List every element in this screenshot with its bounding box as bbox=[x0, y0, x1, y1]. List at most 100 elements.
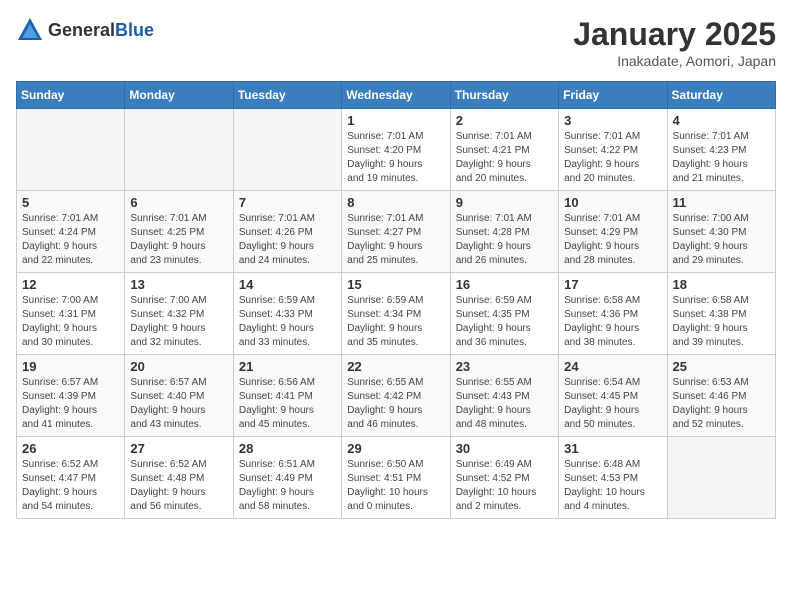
calendar-cell: 8 Sunrise: 7:01 AM Sunset: 4:27 PM Daylig… bbox=[342, 191, 450, 273]
day-number: 13 bbox=[130, 277, 227, 292]
calendar-cell: 10 Sunrise: 7:01 AM Sunset: 4:29 PM Dayli… bbox=[559, 191, 667, 273]
day-info: Sunrise: 6:54 AM Sunset: 4:45 PM Dayligh… bbox=[564, 376, 661, 432]
weekday-header-friday: Friday bbox=[559, 82, 667, 109]
day-info: Sunrise: 7:01 AM Sunset: 4:21 PM Dayligh… bbox=[456, 130, 553, 186]
day-number: 17 bbox=[564, 277, 661, 292]
day-number: 19 bbox=[22, 359, 119, 374]
calendar-cell: 4 Sunrise: 7:01 AM Sunset: 4:23 PM Daylig… bbox=[667, 109, 775, 191]
day-info: Sunrise: 7:00 AM Sunset: 4:31 PM Dayligh… bbox=[22, 294, 119, 350]
weekday-header-saturday: Saturday bbox=[667, 82, 775, 109]
calendar-cell bbox=[233, 109, 341, 191]
day-number: 9 bbox=[456, 195, 553, 210]
day-info: Sunrise: 7:01 AM Sunset: 4:20 PM Dayligh… bbox=[347, 130, 444, 186]
location-title: Inakadate, Aomori, Japan bbox=[573, 53, 776, 69]
day-info: Sunrise: 6:52 AM Sunset: 4:48 PM Dayligh… bbox=[130, 458, 227, 514]
day-number: 11 bbox=[673, 195, 770, 210]
calendar-cell: 30Sunrise: 6:49 AM Sunset: 4:52 PM Dayli… bbox=[450, 437, 558, 519]
day-number: 21 bbox=[239, 359, 336, 374]
day-info: Sunrise: 6:56 AM Sunset: 4:41 PM Dayligh… bbox=[239, 376, 336, 432]
day-info: Sunrise: 7:01 AM Sunset: 4:24 PM Dayligh… bbox=[22, 212, 119, 268]
day-number: 29 bbox=[347, 441, 444, 456]
day-info: Sunrise: 6:59 AM Sunset: 4:33 PM Dayligh… bbox=[239, 294, 336, 350]
calendar-cell: 31 Sunrise: 6:48 AM Sunset: 4:53 PM Dayli… bbox=[559, 437, 667, 519]
calendar-cell: 19 Sunrise: 6:57 AM Sunset: 4:39 PM Dayli… bbox=[17, 355, 125, 437]
day-number: 30 bbox=[456, 441, 553, 456]
calendar-cell: 28Sunrise: 6:51 AM Sunset: 4:49 PM Dayli… bbox=[233, 437, 341, 519]
logo-text: GeneralBlue bbox=[48, 20, 154, 41]
day-number: 23 bbox=[456, 359, 553, 374]
day-info: Sunrise: 7:01 AM Sunset: 4:28 PM Dayligh… bbox=[456, 212, 553, 268]
day-info: Sunrise: 7:01 AM Sunset: 4:22 PM Dayligh… bbox=[564, 130, 661, 186]
calendar-week-5: 26Sunrise: 6:52 AM Sunset: 4:47 PM Dayli… bbox=[17, 437, 776, 519]
day-info: Sunrise: 6:57 AM Sunset: 4:39 PM Dayligh… bbox=[22, 376, 119, 432]
calendar-cell: 20Sunrise: 6:57 AM Sunset: 4:40 PM Dayli… bbox=[125, 355, 233, 437]
day-info: Sunrise: 6:48 AM Sunset: 4:53 PM Dayligh… bbox=[564, 458, 661, 514]
day-number: 18 bbox=[673, 277, 770, 292]
day-info: Sunrise: 6:52 AM Sunset: 4:47 PM Dayligh… bbox=[22, 458, 119, 514]
calendar-cell: 22Sunrise: 6:55 AM Sunset: 4:42 PM Dayli… bbox=[342, 355, 450, 437]
calendar-cell bbox=[667, 437, 775, 519]
calendar-cell: 24Sunrise: 6:54 AM Sunset: 4:45 PM Dayli… bbox=[559, 355, 667, 437]
day-info: Sunrise: 7:01 AM Sunset: 4:26 PM Dayligh… bbox=[239, 212, 336, 268]
calendar-cell: 23 Sunrise: 6:55 AM Sunset: 4:43 PM Dayli… bbox=[450, 355, 558, 437]
page-header: GeneralBlue January 2025 Inakadate, Aomo… bbox=[16, 16, 776, 69]
calendar-cell: 25Sunrise: 6:53 AM Sunset: 4:46 PM Dayli… bbox=[667, 355, 775, 437]
day-number: 5 bbox=[22, 195, 119, 210]
calendar-cell: 26Sunrise: 6:52 AM Sunset: 4:47 PM Dayli… bbox=[17, 437, 125, 519]
weekday-header-wednesday: Wednesday bbox=[342, 82, 450, 109]
calendar-cell: 14 Sunrise: 6:59 AM Sunset: 4:33 PM Dayli… bbox=[233, 273, 341, 355]
day-number: 14 bbox=[239, 277, 336, 292]
day-number: 4 bbox=[673, 113, 770, 128]
day-number: 15 bbox=[347, 277, 444, 292]
weekday-header-row: SundayMondayTuesdayWednesdayThursdayFrid… bbox=[17, 82, 776, 109]
calendar-cell bbox=[17, 109, 125, 191]
day-info: Sunrise: 6:58 AM Sunset: 4:36 PM Dayligh… bbox=[564, 294, 661, 350]
calendar-cell: 29 Sunrise: 6:50 AM Sunset: 4:51 PM Dayli… bbox=[342, 437, 450, 519]
day-info: Sunrise: 6:55 AM Sunset: 4:43 PM Dayligh… bbox=[456, 376, 553, 432]
day-info: Sunrise: 7:01 AM Sunset: 4:25 PM Dayligh… bbox=[130, 212, 227, 268]
day-info: Sunrise: 6:50 AM Sunset: 4:51 PM Dayligh… bbox=[347, 458, 444, 514]
logo: GeneralBlue bbox=[16, 16, 154, 44]
logo-icon bbox=[16, 16, 44, 44]
calendar-cell: 15 Sunrise: 6:59 AM Sunset: 4:34 PM Dayli… bbox=[342, 273, 450, 355]
day-number: 28 bbox=[239, 441, 336, 456]
day-info: Sunrise: 7:01 AM Sunset: 4:29 PM Dayligh… bbox=[564, 212, 661, 268]
calendar-cell: 11 Sunrise: 7:00 AM Sunset: 4:30 PM Dayli… bbox=[667, 191, 775, 273]
day-info: Sunrise: 6:59 AM Sunset: 4:34 PM Dayligh… bbox=[347, 294, 444, 350]
day-info: Sunrise: 7:01 AM Sunset: 4:27 PM Dayligh… bbox=[347, 212, 444, 268]
calendar-week-3: 12Sunrise: 7:00 AM Sunset: 4:31 PM Dayli… bbox=[17, 273, 776, 355]
day-number: 25 bbox=[673, 359, 770, 374]
day-info: Sunrise: 7:01 AM Sunset: 4:23 PM Dayligh… bbox=[673, 130, 770, 186]
weekday-header-monday: Monday bbox=[125, 82, 233, 109]
day-info: Sunrise: 6:57 AM Sunset: 4:40 PM Dayligh… bbox=[130, 376, 227, 432]
calendar-cell: 7Sunrise: 7:01 AM Sunset: 4:26 PM Daylig… bbox=[233, 191, 341, 273]
calendar-cell: 17 Sunrise: 6:58 AM Sunset: 4:36 PM Dayli… bbox=[559, 273, 667, 355]
calendar-cell: 2 Sunrise: 7:01 AM Sunset: 4:21 PM Daylig… bbox=[450, 109, 558, 191]
logo-general: General bbox=[48, 20, 115, 40]
day-info: Sunrise: 6:59 AM Sunset: 4:35 PM Dayligh… bbox=[456, 294, 553, 350]
calendar-cell: 9 Sunrise: 7:01 AM Sunset: 4:28 PM Daylig… bbox=[450, 191, 558, 273]
day-number: 8 bbox=[347, 195, 444, 210]
logo-blue: Blue bbox=[115, 20, 154, 40]
calendar-week-1: 1 Sunrise: 7:01 AM Sunset: 4:20 PM Daylig… bbox=[17, 109, 776, 191]
day-info: Sunrise: 7:00 AM Sunset: 4:30 PM Dayligh… bbox=[673, 212, 770, 268]
calendar-cell: 6Sunrise: 7:01 AM Sunset: 4:25 PM Daylig… bbox=[125, 191, 233, 273]
calendar-cell: 27Sunrise: 6:52 AM Sunset: 4:48 PM Dayli… bbox=[125, 437, 233, 519]
calendar-cell: 16Sunrise: 6:59 AM Sunset: 4:35 PM Dayli… bbox=[450, 273, 558, 355]
day-number: 3 bbox=[564, 113, 661, 128]
weekday-header-tuesday: Tuesday bbox=[233, 82, 341, 109]
weekday-header-thursday: Thursday bbox=[450, 82, 558, 109]
calendar-cell: 21 Sunrise: 6:56 AM Sunset: 4:41 PM Dayli… bbox=[233, 355, 341, 437]
calendar-week-2: 5 Sunrise: 7:01 AM Sunset: 4:24 PM Daylig… bbox=[17, 191, 776, 273]
day-info: Sunrise: 6:58 AM Sunset: 4:38 PM Dayligh… bbox=[673, 294, 770, 350]
calendar-cell: 5 Sunrise: 7:01 AM Sunset: 4:24 PM Daylig… bbox=[17, 191, 125, 273]
day-number: 2 bbox=[456, 113, 553, 128]
title-block: January 2025 Inakadate, Aomori, Japan bbox=[573, 16, 776, 69]
day-number: 31 bbox=[564, 441, 661, 456]
day-number: 10 bbox=[564, 195, 661, 210]
calendar-cell: 3 Sunrise: 7:01 AM Sunset: 4:22 PM Daylig… bbox=[559, 109, 667, 191]
day-number: 1 bbox=[347, 113, 444, 128]
day-info: Sunrise: 7:00 AM Sunset: 4:32 PM Dayligh… bbox=[130, 294, 227, 350]
day-info: Sunrise: 6:55 AM Sunset: 4:42 PM Dayligh… bbox=[347, 376, 444, 432]
month-title: January 2025 bbox=[573, 16, 776, 53]
